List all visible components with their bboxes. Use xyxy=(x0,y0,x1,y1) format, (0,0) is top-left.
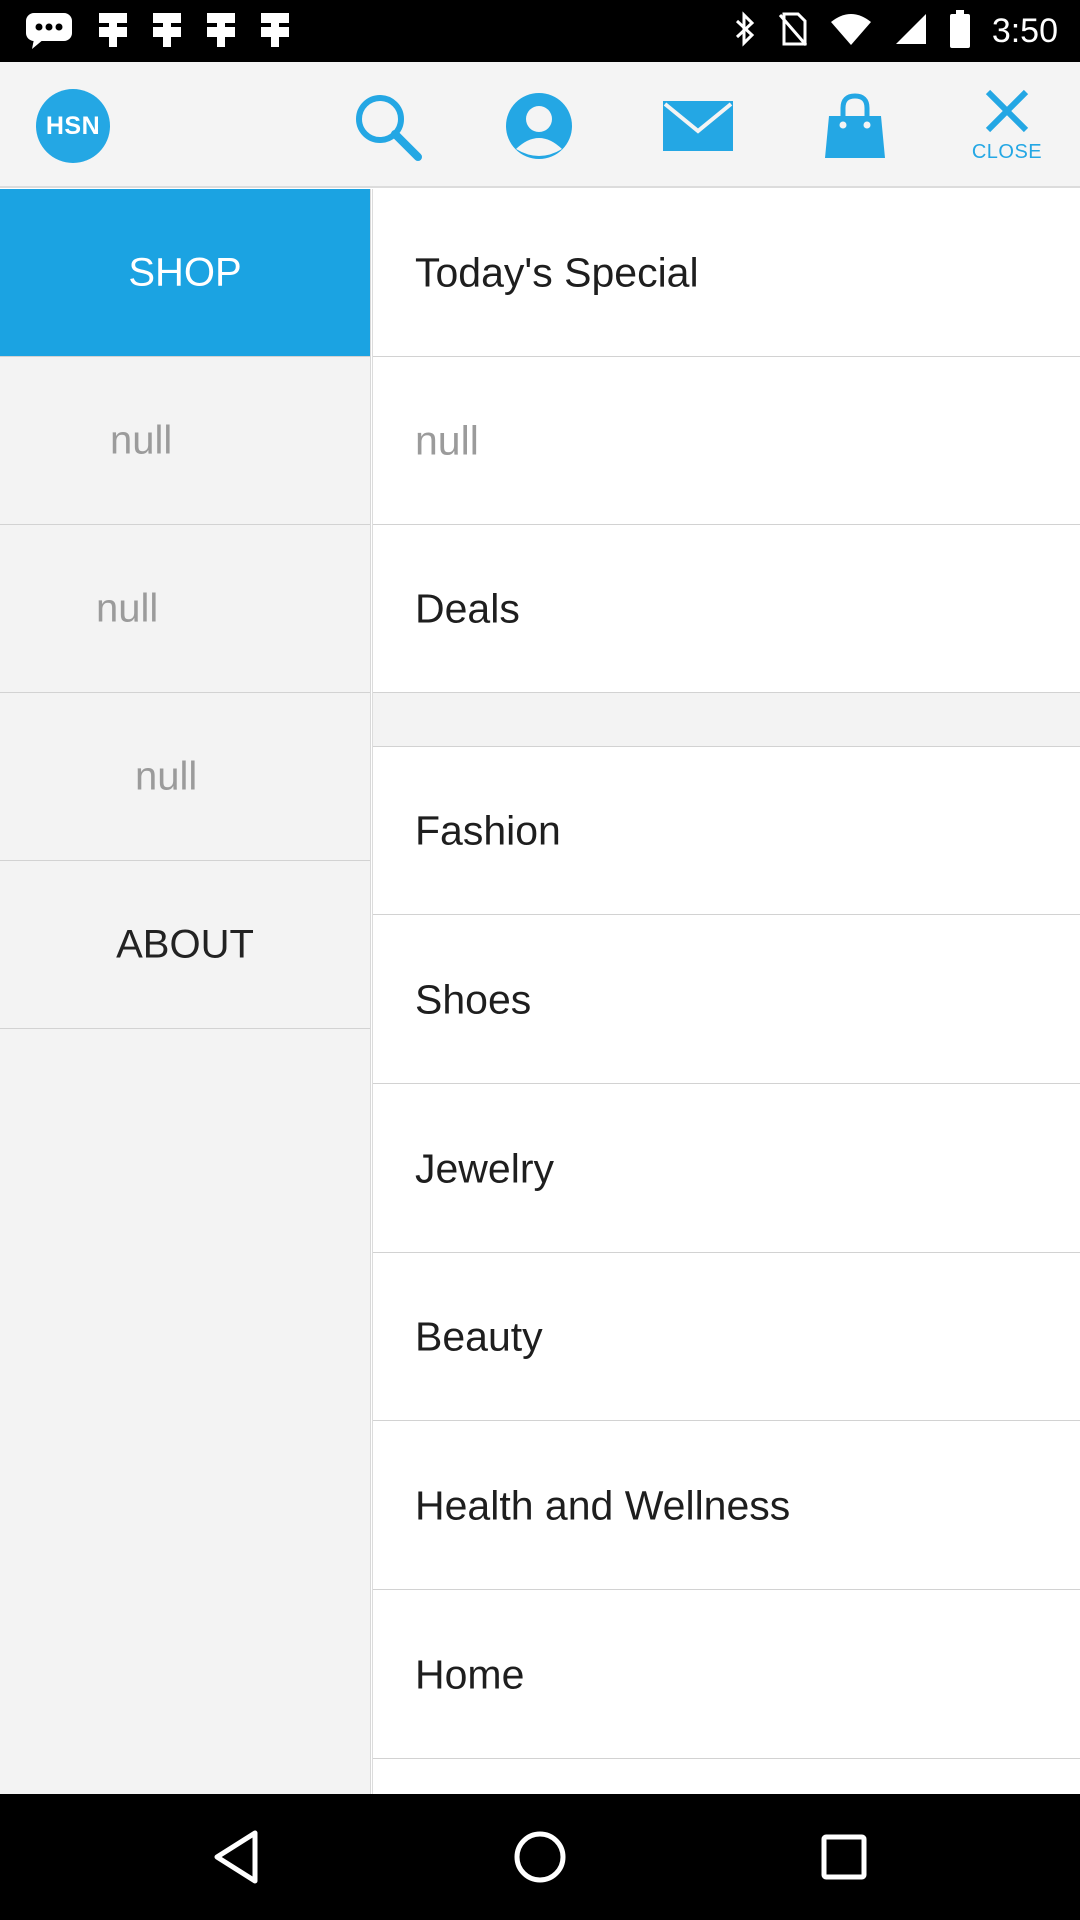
left-menu-item-label: null xyxy=(135,754,198,798)
recents-icon[interactable] xyxy=(804,1817,884,1897)
notification-icon xyxy=(206,11,236,52)
status-bar: 3:50 xyxy=(0,0,1080,62)
category-item-deals[interactable]: Deals xyxy=(373,525,1080,693)
no-sim-icon xyxy=(778,11,808,52)
left-menu-item-label: null xyxy=(110,418,173,462)
signal-icon xyxy=(894,12,928,51)
category-item-label: Jewelry xyxy=(415,1145,554,1191)
app-bar: HSN CLOSE xyxy=(0,62,1080,188)
hsn-logo[interactable]: HSN xyxy=(36,89,110,163)
close-icon xyxy=(984,88,1030,139)
mail-icon[interactable] xyxy=(658,86,738,166)
status-notifications xyxy=(24,0,290,62)
notification-icon xyxy=(260,11,290,52)
notification-icon xyxy=(98,11,128,52)
close-label: CLOSE xyxy=(971,141,1043,163)
category-item-shoes[interactable]: Shoes xyxy=(373,916,1080,1084)
search-icon[interactable] xyxy=(347,86,427,166)
left-menu-item-label: ABOUT xyxy=(116,922,254,966)
category-item-home[interactable]: Home xyxy=(373,1591,1080,1759)
status-system-icons: 3:50 xyxy=(734,0,1058,62)
navigation-bar xyxy=(0,1794,1080,1920)
status-time: 3:50 xyxy=(991,11,1058,50)
back-icon[interactable] xyxy=(196,1817,276,1897)
left-menu-item-label: SHOP xyxy=(128,250,242,294)
category-item-label: Today's Special xyxy=(415,249,699,295)
left-menu-item-about[interactable]: ABOUT xyxy=(0,861,370,1029)
category-item-label: Deals xyxy=(415,585,520,631)
category-item-label: Shoes xyxy=(415,976,532,1022)
category-item-label: null xyxy=(415,417,479,463)
category-item-beauty[interactable]: Beauty xyxy=(373,1253,1080,1421)
profile-icon[interactable] xyxy=(499,86,579,166)
category-list: Today's Special null Deals Fashion Shoes… xyxy=(372,189,1080,1794)
category-item-label: Beauty xyxy=(415,1313,543,1359)
section-divider xyxy=(373,693,1080,747)
home-icon[interactable] xyxy=(500,1817,580,1897)
category-item-health-and-wellness[interactable]: Health and Wellness xyxy=(373,1422,1080,1590)
category-item-label: Health and Wellness xyxy=(415,1482,791,1528)
category-item-label: Fashion xyxy=(415,807,561,853)
category-item-fashion[interactable]: Fashion xyxy=(373,747,1080,915)
category-item[interactable]: null xyxy=(373,357,1080,525)
left-menu-item[interactable]: null xyxy=(0,693,370,861)
shopping-bag-icon[interactable] xyxy=(815,86,895,166)
left-menu-item[interactable]: null xyxy=(0,357,370,525)
message-icon xyxy=(24,9,74,54)
left-menu-item-shop[interactable]: SHOP xyxy=(0,189,370,357)
category-item-label: Home xyxy=(415,1651,525,1697)
battery-icon xyxy=(949,9,970,53)
left-menu-item-label: null xyxy=(96,586,159,630)
category-item-todays-special[interactable]: Today's Special xyxy=(373,189,1080,357)
notification-icon xyxy=(152,11,182,52)
wifi-icon xyxy=(830,12,872,51)
left-menu: SHOP null null null ABOUT xyxy=(0,189,371,1794)
close-button[interactable]: CLOSE xyxy=(964,88,1050,168)
bluetooth-icon xyxy=(734,10,756,52)
category-item-jewelry[interactable]: Jewelry xyxy=(373,1085,1080,1253)
left-menu-item[interactable]: null xyxy=(0,525,370,693)
